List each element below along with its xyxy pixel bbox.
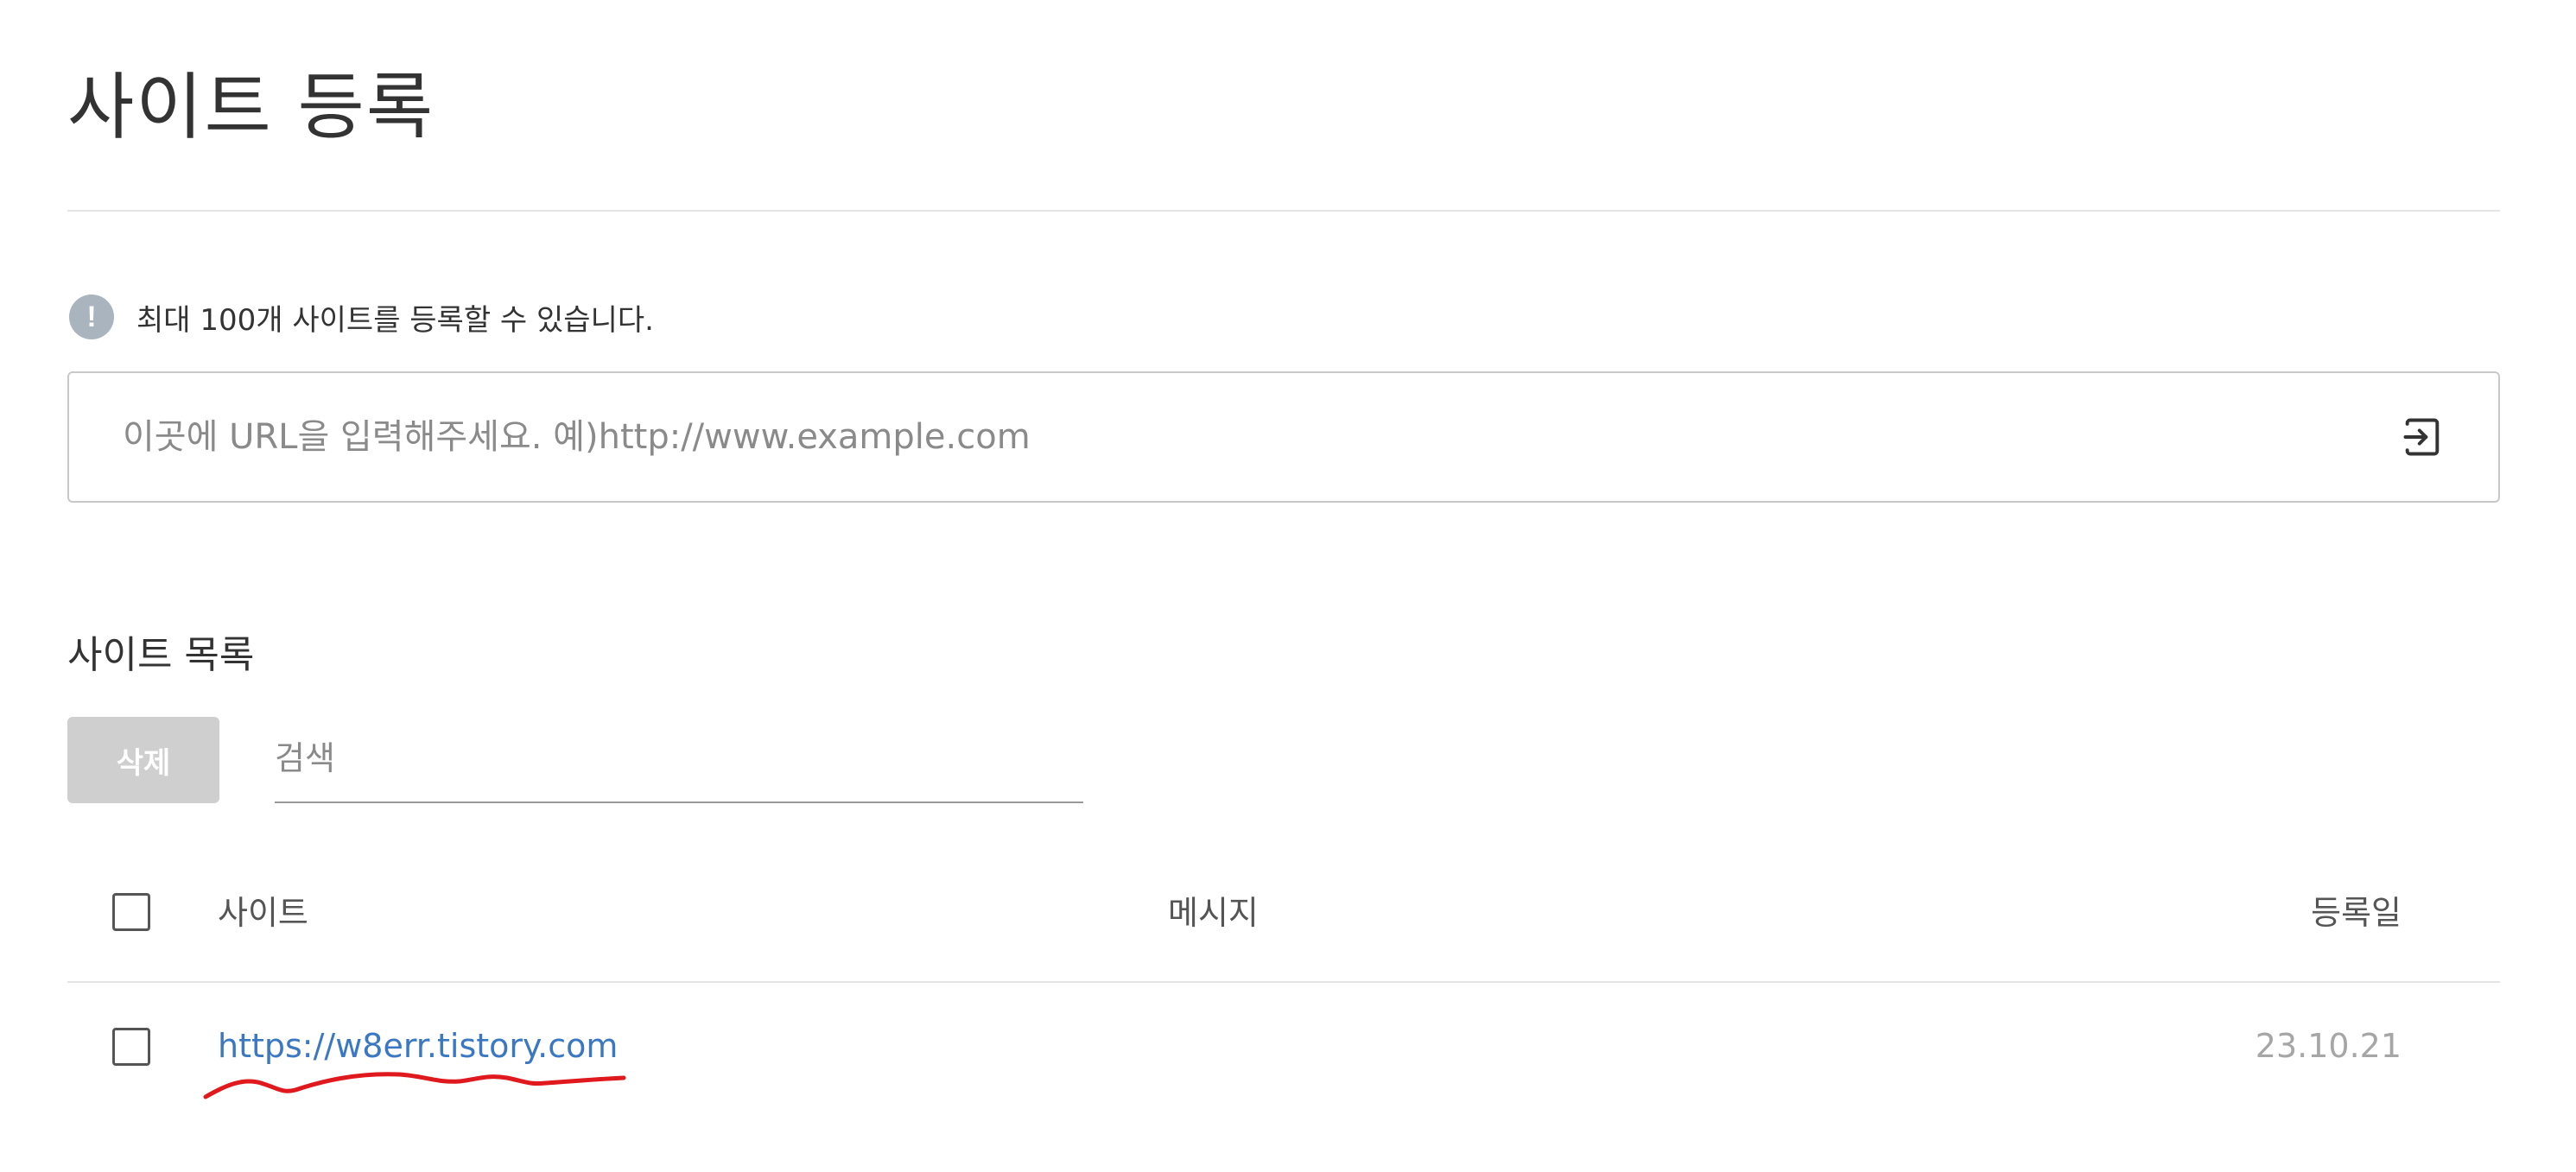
column-header-date: 등록일 (2311, 894, 2402, 932)
exclamation-icon: ! (69, 295, 114, 339)
row-checkbox[interactable] (112, 1028, 150, 1066)
column-header-message: 메시지 (1168, 894, 1259, 932)
site-link[interactable]: https://w8err.tistory.com (218, 1029, 618, 1062)
enter-icon[interactable] (2400, 415, 2445, 459)
url-input[interactable] (123, 402, 2369, 472)
search-input[interactable] (275, 717, 1083, 800)
search-field (275, 717, 1083, 803)
url-input-box (67, 371, 2500, 503)
site-list-title: 사이트 목록 (67, 633, 255, 677)
delete-button[interactable]: 삭제 (67, 717, 219, 803)
table-header-divider (67, 981, 2500, 983)
column-header-site: 사이트 (218, 894, 308, 932)
row-date: 23.10.21 (2255, 1027, 2402, 1065)
title-divider (67, 210, 2500, 212)
select-all-checkbox[interactable] (112, 893, 150, 931)
red-underline-annotation (203, 1072, 626, 1099)
notice: ! 최대 100개 사이트를 등록할 수 있습니다. (69, 295, 654, 339)
page-title: 사이트 등록 (67, 65, 435, 149)
site-registration-page: 사이트 등록 ! 최대 100개 사이트를 등록할 수 있습니다. 사이트 목록… (0, 0, 2576, 1172)
notice-text: 최대 100개 사이트를 등록할 수 있습니다. (136, 302, 654, 338)
